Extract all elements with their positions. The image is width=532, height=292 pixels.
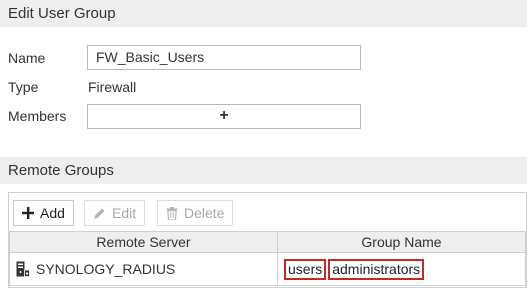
name-label: Name — [8, 50, 46, 66]
members-label: Members — [8, 108, 67, 124]
edit-button[interactable]: Edit — [84, 200, 146, 226]
remote-server-name: SYNOLOGY_RADIUS — [36, 261, 176, 277]
edit-button-label: Edit — [112, 205, 137, 221]
add-button-label: Add — [40, 205, 65, 221]
table-row[interactable]: SYNOLOGY_RADIUS users administrators — [9, 252, 526, 286]
group-tag-users[interactable]: users — [284, 258, 327, 280]
trash-icon — [166, 206, 178, 220]
remote-groups-header: Remote Groups — [0, 157, 527, 184]
remote-groups-table: Remote Server Group Name SYNOLOGY_RADIUS… — [9, 231, 526, 286]
type-value: Firewall — [88, 79, 137, 95]
column-header-group-name[interactable]: Group Name — [277, 231, 526, 253]
group-tag-administrators[interactable]: administrators — [328, 258, 425, 280]
type-label: Type — [8, 79, 39, 95]
delete-button[interactable]: Delete — [157, 200, 234, 226]
edit-user-group-header: Edit User Group — [0, 0, 527, 27]
remote-server-cell: SYNOLOGY_RADIUS — [9, 252, 278, 286]
delete-button-label: Delete — [184, 205, 225, 221]
server-icon — [16, 261, 30, 277]
plus-icon: + — [219, 107, 229, 124]
name-input[interactable]: FW_Basic_Users — [87, 45, 361, 70]
column-header-remote-server[interactable]: Remote Server — [9, 231, 278, 253]
add-button[interactable]: Add — [13, 200, 74, 226]
members-add-field[interactable]: + — [87, 104, 361, 129]
remote-groups-panel: Add Edit Delete Remote Server Group Name — [8, 192, 527, 288]
group-name-cell: users administrators — [277, 252, 526, 286]
pencil-icon — [93, 207, 106, 220]
plus-icon — [22, 207, 34, 219]
